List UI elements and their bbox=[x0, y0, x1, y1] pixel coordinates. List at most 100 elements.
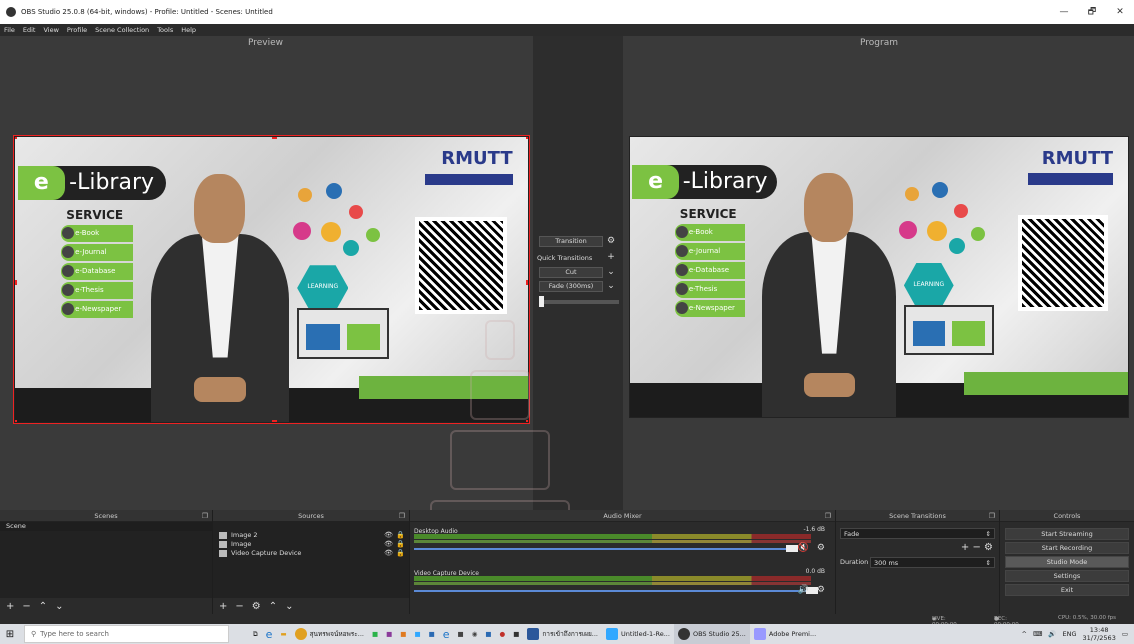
menu-tools[interactable]: Tools bbox=[157, 26, 173, 34]
float-icon[interactable]: ❐ bbox=[989, 510, 995, 522]
taskbar-app[interactable]: Adobe Premi... bbox=[750, 624, 820, 644]
camera-icon[interactable]: ◉ bbox=[468, 624, 482, 644]
notifications-icon[interactable]: ▭ bbox=[1122, 630, 1128, 638]
studio-mode-button[interactable]: Studio Mode bbox=[1005, 556, 1129, 568]
chevron-up-icon[interactable]: ⌃ bbox=[39, 601, 47, 612]
eye-icon[interactable]: 👁 bbox=[384, 549, 393, 558]
list-item[interactable]: Image 2 👁 🔒 bbox=[213, 531, 409, 540]
line-icon[interactable]: ■ bbox=[368, 624, 382, 644]
float-icon[interactable]: ❐ bbox=[399, 510, 405, 522]
file-explorer-icon[interactable]: ▬ bbox=[276, 624, 290, 644]
edge-icon[interactable]: e bbox=[262, 624, 277, 644]
cut-button[interactable]: Cut bbox=[539, 267, 603, 278]
windows-start-icon[interactable]: ⊞ bbox=[0, 624, 20, 644]
gear-icon[interactable]: ⚙ bbox=[252, 601, 261, 612]
photoshop-icon[interactable]: ■ bbox=[410, 624, 424, 644]
chevron-up-icon[interactable]: ^ bbox=[1022, 630, 1027, 638]
list-item[interactable]: Scene bbox=[0, 522, 212, 531]
taskbar-app[interactable]: OBS Studio 25... bbox=[673, 624, 750, 644]
add-icon[interactable]: + bbox=[6, 601, 14, 612]
eye-icon[interactable]: 👁 bbox=[384, 540, 393, 549]
tbar-handle[interactable] bbox=[539, 296, 544, 307]
network-icon[interactable]: ⌨ bbox=[1033, 630, 1042, 638]
recorder-icon[interactable]: ● bbox=[496, 624, 510, 644]
remove-icon[interactable]: − bbox=[972, 542, 980, 553]
menu-view[interactable]: View bbox=[43, 26, 58, 34]
taskbar-app[interactable]: สุนทรพจน์หอพระ... bbox=[291, 624, 368, 644]
menu-scene-collection[interactable]: Scene Collection bbox=[95, 26, 149, 34]
status-bar: ◉ LIVE: 00:00:00 ● REC: 00:00:00 CPU: 0.… bbox=[0, 614, 1134, 628]
icon-bubbles bbox=[287, 177, 400, 291]
remove-icon[interactable]: − bbox=[235, 601, 243, 612]
chevron-down-icon[interactable]: ⌄ bbox=[606, 267, 616, 277]
list-item[interactable]: Video Capture Device 👁 🔒 bbox=[213, 549, 409, 558]
menu-help[interactable]: Help bbox=[181, 26, 196, 34]
menu-file[interactable]: File bbox=[4, 26, 15, 34]
calculator-icon[interactable]: ■ bbox=[454, 624, 468, 644]
gear-icon[interactable]: ⚙ bbox=[984, 542, 993, 553]
audio-mixer-header: Audio Mixer ❐ bbox=[410, 510, 835, 522]
resize-handle[interactable] bbox=[526, 420, 528, 422]
minimize-button[interactable]: — bbox=[1050, 0, 1078, 24]
menu-profile[interactable]: Profile bbox=[67, 26, 87, 34]
plus-icon[interactable]: + bbox=[606, 252, 616, 262]
speaker-icon[interactable]: 🔊 bbox=[798, 585, 809, 595]
taskbar-app[interactable]: Untitled-1-Re... bbox=[602, 624, 674, 644]
language-indicator[interactable]: ENG bbox=[1062, 630, 1076, 638]
resize-handle[interactable] bbox=[15, 420, 17, 422]
volume-slider[interactable] bbox=[414, 587, 818, 594]
service-item: e-Database bbox=[61, 263, 133, 281]
muted-speaker-icon[interactable]: 🔇 bbox=[798, 543, 809, 553]
transition-select[interactable]: Fade ⇕ bbox=[840, 528, 995, 539]
list-item[interactable]: Image 👁 🔒 bbox=[213, 540, 409, 549]
gear-icon[interactable]: ⚙ bbox=[817, 543, 825, 553]
preview-canvas[interactable]: e -Library SERVICE e-Book e-Journal e-Da… bbox=[13, 135, 530, 424]
resize-handle[interactable] bbox=[15, 279, 17, 285]
volume-slider[interactable] bbox=[414, 545, 798, 552]
media-icon[interactable]: ■ bbox=[509, 624, 523, 644]
illustrator-icon[interactable]: ■ bbox=[396, 624, 410, 644]
taskbar-search[interactable]: ⚲ Type here to search bbox=[24, 625, 229, 643]
maximize-button[interactable]: 🗗 bbox=[1078, 0, 1106, 24]
add-icon[interactable]: + bbox=[961, 542, 969, 553]
exit-button[interactable]: Exit bbox=[1005, 584, 1129, 596]
duration-text: Duration bbox=[840, 558, 869, 566]
resize-handle[interactable] bbox=[15, 137, 17, 139]
mail-icon[interactable]: ■ bbox=[425, 624, 439, 644]
resize-handle[interactable] bbox=[526, 279, 528, 285]
close-button[interactable]: ✕ bbox=[1106, 0, 1134, 24]
duration-input[interactable]: 300 ms ⇕ bbox=[870, 557, 995, 568]
remove-icon[interactable]: − bbox=[22, 601, 30, 612]
ie-icon[interactable]: e bbox=[439, 624, 454, 644]
lock-icon[interactable]: 🔒 bbox=[396, 549, 405, 558]
chevron-up-icon[interactable]: ⌃ bbox=[269, 601, 277, 612]
settings-button[interactable]: Settings bbox=[1005, 570, 1129, 582]
volume-icon[interactable]: 🔊 bbox=[1048, 630, 1056, 638]
publisher-icon[interactable]: ■ bbox=[382, 624, 396, 644]
menu-edit[interactable]: Edit bbox=[23, 26, 36, 34]
chevron-down-icon[interactable]: ⌄ bbox=[55, 601, 63, 612]
gear-icon[interactable]: ⚙ bbox=[817, 585, 825, 595]
lock-icon[interactable]: 🔒 bbox=[396, 540, 405, 549]
start-streaming-button[interactable]: Start Streaming bbox=[1005, 528, 1129, 540]
float-icon[interactable]: ❐ bbox=[202, 510, 208, 522]
lock-icon[interactable]: 🔒 bbox=[396, 531, 405, 540]
clock[interactable]: 13:48 31/7/2563 bbox=[1083, 626, 1116, 642]
task-view-icon[interactable]: ⧉ bbox=[249, 624, 262, 644]
eye-icon[interactable]: 👁 bbox=[384, 531, 393, 540]
chevron-down-icon[interactable]: ⌄ bbox=[285, 601, 293, 612]
resize-handle[interactable] bbox=[271, 137, 277, 139]
transition-button[interactable]: Transition bbox=[539, 236, 603, 247]
paint-icon[interactable]: ■ bbox=[481, 624, 495, 644]
gear-icon[interactable]: ⚙ bbox=[606, 236, 616, 246]
taskbar-app[interactable]: การเข้าถึงการเผย... bbox=[523, 624, 602, 644]
tbar-slider[interactable] bbox=[539, 296, 619, 307]
start-recording-button[interactable]: Start Recording bbox=[1005, 542, 1129, 554]
resize-handle[interactable] bbox=[526, 137, 528, 139]
chevron-down-icon[interactable]: ⌄ bbox=[606, 281, 616, 291]
float-icon[interactable]: ❐ bbox=[825, 510, 831, 522]
resize-handle[interactable] bbox=[271, 420, 277, 422]
volume-slider-handle[interactable] bbox=[786, 545, 798, 552]
fade-button[interactable]: Fade (300ms) bbox=[539, 281, 603, 292]
add-icon[interactable]: + bbox=[219, 601, 227, 612]
